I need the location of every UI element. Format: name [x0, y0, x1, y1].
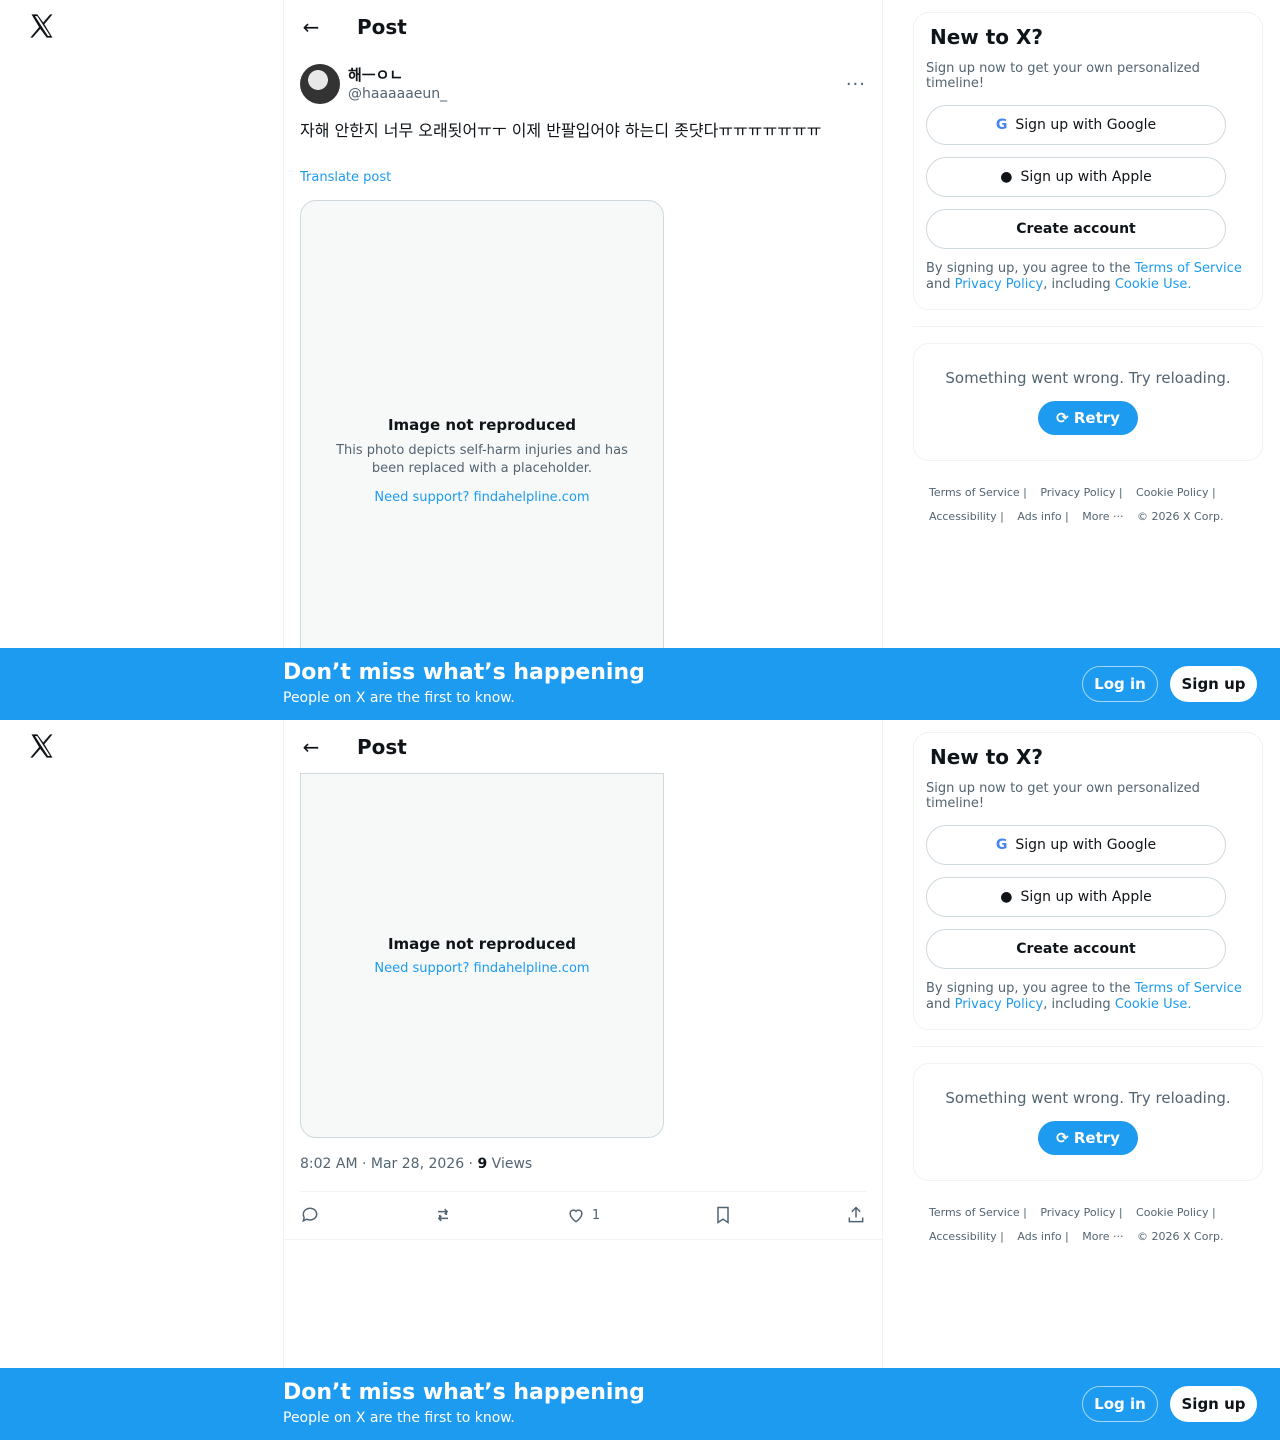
privacy-link[interactable]: Privacy Policy [955, 277, 1044, 292]
post-text: 자해 안한지 너무 오래됫어ㅠㅜ 이제 반팔입어야 하는디 좃댯다ㅠㅠㅠㅠㅠㅠㅠ [300, 121, 822, 140]
footer-accessibility[interactable]: Accessibility | [929, 1230, 1004, 1243]
primary-column: ← Post Image not reproduced Need support… [283, 720, 883, 1440]
google-signup-button[interactable]: G Sign up with Google [926, 105, 1226, 145]
signup-subtitle: Sign up now to get your own personalized… [926, 781, 1200, 811]
footer-cookie[interactable]: Cookie Policy | [1136, 486, 1216, 499]
terms-link[interactable]: Terms of Service [1135, 261, 1242, 276]
post-actions: 1 [300, 1205, 866, 1225]
media-notice-title: Image not reproduced [387, 415, 577, 434]
media-placeholder: Image not reproduced Need support? finda… [300, 773, 664, 1138]
banner-title: Don’t miss what’s happening [283, 1380, 645, 1405]
share-icon[interactable] [846, 1205, 866, 1225]
banner-subtitle: People on X are the first to know. [283, 690, 515, 706]
footer-more[interactable]: More ··· [1082, 1230, 1123, 1243]
x-logo-icon[interactable] [28, 732, 56, 760]
error-card: Something went wrong. Try reloading. ⟳ R… [913, 1063, 1263, 1181]
post-header: ← Post [284, 0, 882, 53]
error-text: Something went wrong. Try reloading. [945, 369, 1231, 387]
viewport-top: ← Post 해ㅡㅇㄴ @haaaaaeun_ ··· 자해 안한지 너무 오래… [0, 0, 1280, 720]
right-sidebar: New to X? Sign up now to get your own pe… [913, 732, 1263, 1249]
back-arrow-icon[interactable]: ← [294, 10, 328, 44]
signup-legal: By signing up, you agree to the Terms of… [926, 261, 1242, 292]
like-icon[interactable]: 1 [566, 1205, 600, 1225]
footer-more[interactable]: More ··· [1082, 510, 1123, 523]
create-account-button[interactable]: Create account [926, 929, 1226, 969]
signup-card: New to X? Sign up now to get your own pe… [913, 732, 1263, 1030]
apple-signup-button[interactable]: ● Sign up with Apple [926, 877, 1226, 917]
signup-legal: By signing up, you agree to the Terms of… [926, 981, 1242, 1012]
more-options-icon[interactable]: ··· [846, 74, 866, 95]
footer-privacy[interactable]: Privacy Policy | [1040, 486, 1122, 499]
error-card: Something went wrong. Try reloading. ⟳ R… [913, 343, 1263, 461]
privacy-link[interactable]: Privacy Policy [955, 997, 1044, 1012]
footer-ads[interactable]: Ads info | [1017, 1230, 1068, 1243]
primary-column: ← Post 해ㅡㅇㄴ @haaaaaeun_ ··· 자해 안한지 너무 오래… [283, 0, 883, 720]
signup-banner: Don’t miss what’s happening People on X … [0, 648, 1280, 720]
translate-post-link[interactable]: Translate post [300, 170, 391, 185]
post-header: ← Post [284, 720, 882, 773]
footer-copyright: © 2026 X Corp. [1137, 510, 1224, 523]
back-arrow-icon[interactable]: ← [294, 730, 328, 764]
error-text: Something went wrong. Try reloading. [945, 1089, 1231, 1107]
create-account-button[interactable]: Create account [926, 209, 1226, 249]
terms-link[interactable]: Terms of Service [1135, 981, 1242, 996]
footer-ads[interactable]: Ads info | [1017, 510, 1068, 523]
footer-copyright: © 2026 X Corp. [1137, 1230, 1224, 1243]
login-button[interactable]: Log in [1082, 666, 1158, 702]
cookie-link[interactable]: Cookie Use. [1115, 997, 1192, 1012]
media-notice-text: This photo depicts self-harm injuries an… [336, 442, 628, 476]
like-count: 1 [591, 1207, 601, 1223]
signup-subtitle: Sign up now to get your own personalized… [926, 61, 1200, 91]
apple-icon: ● [1000, 169, 1013, 185]
cookie-link[interactable]: Cookie Use. [1115, 277, 1192, 292]
page-title: Post [357, 734, 407, 759]
signup-banner: Don’t miss what’s happening People on X … [0, 1368, 1280, 1440]
signup-button[interactable]: Sign up [1170, 1386, 1257, 1422]
post-timestamp: 8:02 AM · Mar 28, 2026 · 9 Views [300, 1156, 533, 1172]
signup-card: New to X? Sign up now to get your own pe… [913, 12, 1263, 310]
footer-links: Terms of Service | Privacy Policy | Cook… [929, 481, 1247, 529]
media-placeholder: Image not reproduced This photo depicts … [300, 200, 664, 720]
footer-accessibility[interactable]: Accessibility | [929, 510, 1004, 523]
login-button[interactable]: Log in [1082, 1386, 1158, 1422]
banner-subtitle: People on X are the first to know. [283, 1410, 515, 1426]
support-link[interactable]: Need support? findahelpline.com [374, 490, 589, 505]
views-count: 9 [477, 1156, 488, 1172]
google-icon: G [995, 837, 1008, 853]
avatar[interactable] [300, 64, 340, 104]
media-notice-title: Image not reproduced [387, 935, 577, 953]
signup-title: New to X? [930, 745, 1044, 769]
banner-title: Don’t miss what’s happening [283, 660, 645, 685]
apple-signup-button[interactable]: ● Sign up with Apple [926, 157, 1226, 197]
viewport-bottom: ← Post Image not reproduced Need support… [0, 720, 1280, 1440]
author-handle[interactable]: @haaaaaeun_ [348, 85, 447, 103]
post-author: 해ㅡㅇㄴ @haaaaaeun_ ··· [300, 64, 866, 104]
repost-icon[interactable] [433, 1205, 453, 1225]
reply-icon[interactable] [300, 1205, 320, 1225]
support-link[interactable]: Need support? findahelpline.com [374, 961, 589, 976]
footer-links: Terms of Service | Privacy Policy | Cook… [929, 1201, 1247, 1249]
retry-button[interactable]: ⟳ Retry [1038, 1121, 1138, 1155]
x-logo-icon[interactable] [28, 12, 56, 40]
signup-title: New to X? [930, 25, 1044, 49]
right-sidebar: New to X? Sign up now to get your own pe… [913, 12, 1263, 529]
left-nav [0, 0, 283, 720]
signup-button[interactable]: Sign up [1170, 666, 1257, 702]
left-nav [0, 720, 283, 1440]
author-name[interactable]: 해ㅡㅇㄴ [348, 65, 447, 85]
footer-cookie[interactable]: Cookie Policy | [1136, 1206, 1216, 1219]
bookmark-icon[interactable] [713, 1205, 733, 1225]
page-title: Post [357, 14, 407, 39]
footer-privacy[interactable]: Privacy Policy | [1040, 1206, 1122, 1219]
footer-terms[interactable]: Terms of Service | [929, 486, 1027, 499]
retry-button[interactable]: ⟳ Retry [1038, 401, 1138, 435]
apple-icon: ● [1000, 889, 1013, 905]
footer-terms[interactable]: Terms of Service | [929, 1206, 1027, 1219]
google-icon: G [995, 117, 1008, 133]
google-signup-button[interactable]: G Sign up with Google [926, 825, 1226, 865]
